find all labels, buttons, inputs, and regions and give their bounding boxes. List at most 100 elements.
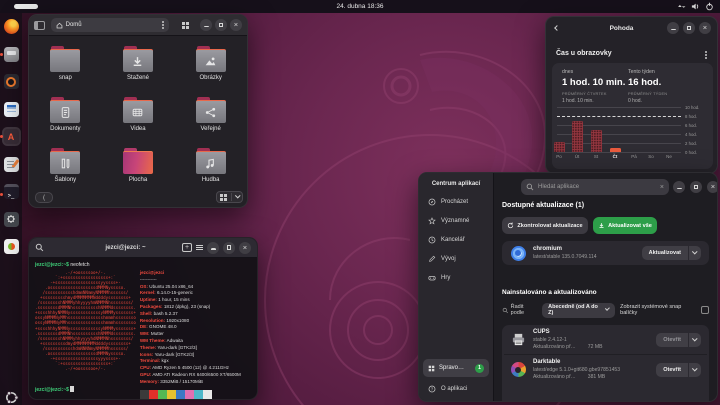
dock-software-updater-icon[interactable] <box>4 239 19 254</box>
sidebar-item-manage[interactable]: Spravo… 1 <box>423 359 489 377</box>
close-button[interactable]: × <box>707 181 718 193</box>
path-menu-icon[interactable] <box>162 24 164 26</box>
minimize-button[interactable] <box>673 181 685 193</box>
sidebar-item-games[interactable]: Hry <box>423 269 489 286</box>
view-switcher[interactable] <box>216 191 244 203</box>
back-button[interactable] <box>552 23 562 33</box>
video-emblem-icon <box>131 106 144 119</box>
minimize-button[interactable] <box>667 22 679 34</box>
folder-icon <box>194 148 228 174</box>
terminal-header-bar: jezci@jezci: ~ + × <box>29 238 257 258</box>
sidebar-toggle-button[interactable] <box>34 21 45 30</box>
system-status-area[interactable] <box>677 2 714 11</box>
sort-dropdown[interactable]: Abecedně (od A do Z) <box>542 303 615 318</box>
check-updates-button[interactable]: Zkontrolovat aktualizace <box>502 217 588 234</box>
y-axis-tick: 4 hod. <box>685 132 711 137</box>
today-stats: dnes 1 hod. 10 min. PRŮMĚRNÝ ČTVRTEK 1 h… <box>562 69 625 104</box>
minimize-button[interactable] <box>207 242 219 254</box>
menu-icon[interactable] <box>196 245 203 250</box>
neofetch-info-line: Theme: Yaru-dark [GTK2/3] <box>140 345 241 352</box>
search-icon[interactable] <box>35 243 44 252</box>
sidebar-item-label: Procházet <box>441 199 468 205</box>
today-value: 1 hod. 10 min. <box>562 77 625 88</box>
sidebar-item-office[interactable]: Kancelář <box>423 231 489 248</box>
neofetch-info-line: Icons: Yaru-dark [GTK2/3] <box>140 352 241 359</box>
folder-item[interactable]: Veřejné <box>174 97 247 148</box>
volume-icon <box>691 2 700 11</box>
app-name: chromium <box>533 246 635 252</box>
folder-icon <box>194 46 228 72</box>
folder-label: Obrázky <box>199 75 221 81</box>
close-button[interactable]: × <box>699 22 711 34</box>
x-axis-tick: St <box>587 154 605 159</box>
folder-item[interactable]: Obrázky <box>174 46 247 97</box>
sidebar-item-about[interactable]: ? O aplikaci <box>423 381 489 397</box>
close-button[interactable]: × <box>239 242 251 254</box>
app-action-dropdown[interactable] <box>688 333 701 347</box>
terminal-content[interactable]: jezci@jezci:~$ neofetch .-/+oossssoo+/-.… <box>29 258 257 399</box>
section-menu-icon[interactable] <box>705 54 707 56</box>
document-emblem-icon <box>59 106 72 119</box>
neofetch-userhost: jezci@jezci <box>140 270 241 277</box>
neofetch-output: .-/+oossssoo+/-. `:+ssssssssssssssssss+:… <box>35 270 257 400</box>
app-version: latest/edge 5.1.0+git680.gbe97851453 <box>533 367 649 373</box>
app-row-darktable: Darktablelatest/edge 5.1.0+git680.gbe978… <box>502 355 709 384</box>
clock-label[interactable]: 24. dubna 18:36 <box>0 3 720 10</box>
app-action-dropdown[interactable] <box>688 246 701 260</box>
folder-item[interactable]: snap <box>29 46 102 97</box>
close-button[interactable]: × <box>230 19 242 31</box>
search-input[interactable]: Hledat aplikace × <box>521 179 669 195</box>
sidebar-item-featured[interactable]: Významné <box>423 212 489 229</box>
folder-icon <box>121 148 155 174</box>
app-icon <box>510 245 526 261</box>
week-stats: Tento týden 16 hod. PRŮMĚRNÝ TÝDEN 0 hod… <box>628 69 667 104</box>
app-name: CUPS <box>533 329 649 335</box>
top-bar: 24. dubna 18:36 <box>0 0 720 13</box>
status-pill[interactable]: ( <box>35 192 53 203</box>
chevron-down-icon <box>235 193 240 198</box>
neofetch-info-line: Memory: 3352MiB / 15170MiB <box>140 379 241 386</box>
path-button[interactable]: Domů <box>51 18 169 32</box>
maximize-button[interactable] <box>690 181 702 193</box>
dock-terminal-icon[interactable]: >_ <box>4 184 19 199</box>
minimize-button[interactable] <box>200 19 212 31</box>
new-tab-icon[interactable]: + <box>182 243 192 252</box>
clear-search-icon[interactable]: × <box>660 184 664 191</box>
app-action-button[interactable]: Otevřít <box>656 333 701 347</box>
neofetch-info-line: Terminal: kgx <box>140 358 241 365</box>
app-action-button[interactable]: Aktualizovat <box>642 246 701 260</box>
dock-text-editor-icon[interactable] <box>4 157 19 172</box>
dock-settings-icon[interactable] <box>4 212 19 227</box>
maximize-button[interactable] <box>215 19 227 31</box>
folder-item[interactable]: Stažené <box>102 46 175 97</box>
folder-item[interactable]: Videa <box>102 97 175 148</box>
neofetch-info-line: WM Theme: Adwaita <box>140 338 241 345</box>
app-icon <box>510 362 526 378</box>
app-action-dropdown[interactable] <box>688 363 701 377</box>
dock-firefox-icon[interactable] <box>4 19 19 34</box>
screen-time-card: dnes 1 hod. 10 min. PRŮMĚRNÝ ČTVRTEK 1 h… <box>552 63 713 169</box>
maximize-button[interactable] <box>223 242 235 254</box>
y-axis-tick: 0 hod. <box>685 150 711 155</box>
dock-show-apps-icon[interactable] <box>4 390 19 405</box>
folder-item[interactable]: Plocha <box>102 148 175 199</box>
dock-app-center-icon[interactable]: A <box>4 129 19 144</box>
view-toggle-button[interactable] <box>179 19 192 31</box>
installed-card: CUPSstable 2.4.12-1Aktualizováno př…72 M… <box>502 325 709 402</box>
updates-heading: Dostupné aktualizace (1) <box>502 202 584 209</box>
dock-libreoffice-writer-icon[interactable] <box>4 102 19 117</box>
dock-rhythmbox-icon[interactable] <box>4 74 19 89</box>
sidebar-item-develop[interactable]: Vývoj <box>423 250 489 267</box>
sidebar-item-browse[interactable]: Procházet <box>423 193 489 210</box>
update-all-button[interactable]: Aktualizovat vše <box>593 217 657 234</box>
dock-files-icon[interactable] <box>4 47 19 62</box>
neofetch-info-line: DE: GNOME 48.0 <box>140 324 241 331</box>
maximize-button[interactable] <box>683 22 695 34</box>
neofetch-info-line: GPU: AMD ATI Radeon RX 6400/6500 XT/6500… <box>140 372 241 379</box>
show-system-checkbox[interactable] <box>701 306 709 314</box>
app-action-button[interactable]: Otevřít <box>656 363 701 377</box>
app-text: chromiumlatest/stable 135.0.7049.114 <box>533 246 635 260</box>
folder-item[interactable]: Dokumenty <box>29 97 102 148</box>
chart-bar-St <box>591 130 602 153</box>
app-meta: Aktualizováno př…381 MB <box>533 374 649 380</box>
